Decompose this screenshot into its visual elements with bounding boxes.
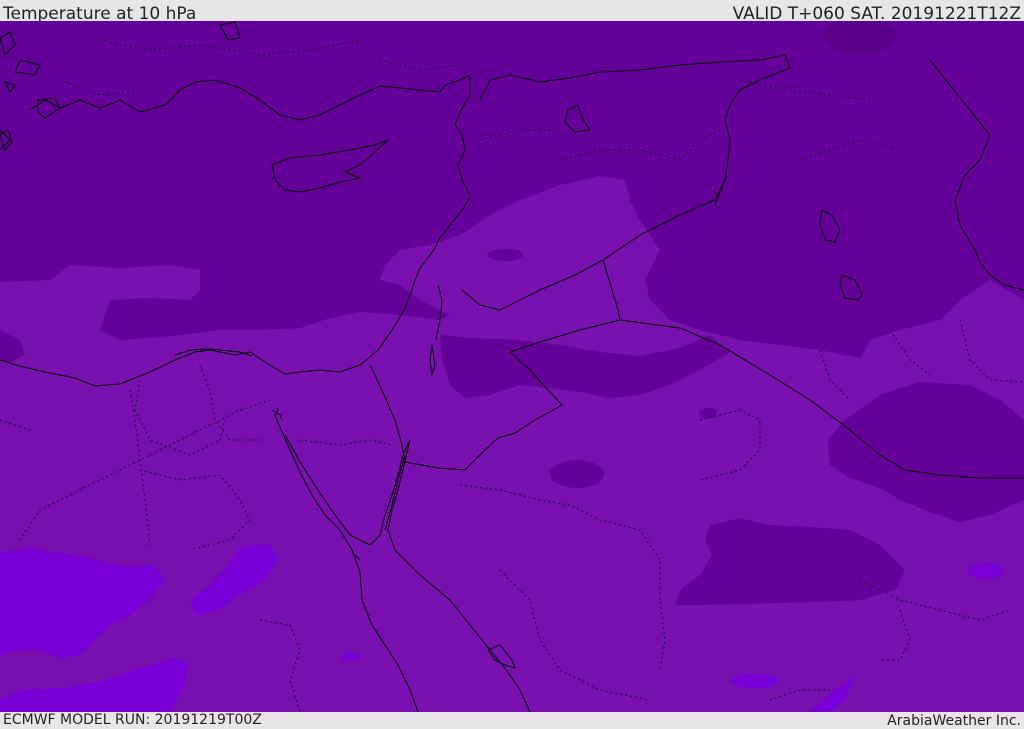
field-cold-spot-2 xyxy=(699,408,717,418)
forecast-map-frame: Temperature at 10 hPa VALID T+060 SAT. 2… xyxy=(0,0,1024,729)
header-bar: Temperature at 10 hPa VALID T+060 SAT. 2… xyxy=(0,0,1024,24)
temperature-map[interactable] xyxy=(0,21,1024,712)
field-warm-south-spot xyxy=(731,674,779,688)
map-svg xyxy=(0,21,1024,712)
credit-label: ArabiaWeather Inc. xyxy=(887,713,1021,729)
field-cold-spot-3 xyxy=(487,249,523,261)
field-cold-spot-1 xyxy=(550,460,604,488)
footer-bar: ECMWF MODEL RUN: 20191219T00Z ArabiaWeat… xyxy=(0,712,1024,729)
field-warm-east-spot xyxy=(968,563,1004,579)
model-run-label: ECMWF MODEL RUN: 20191219T00Z xyxy=(3,712,262,728)
field-warm-small xyxy=(340,653,360,661)
